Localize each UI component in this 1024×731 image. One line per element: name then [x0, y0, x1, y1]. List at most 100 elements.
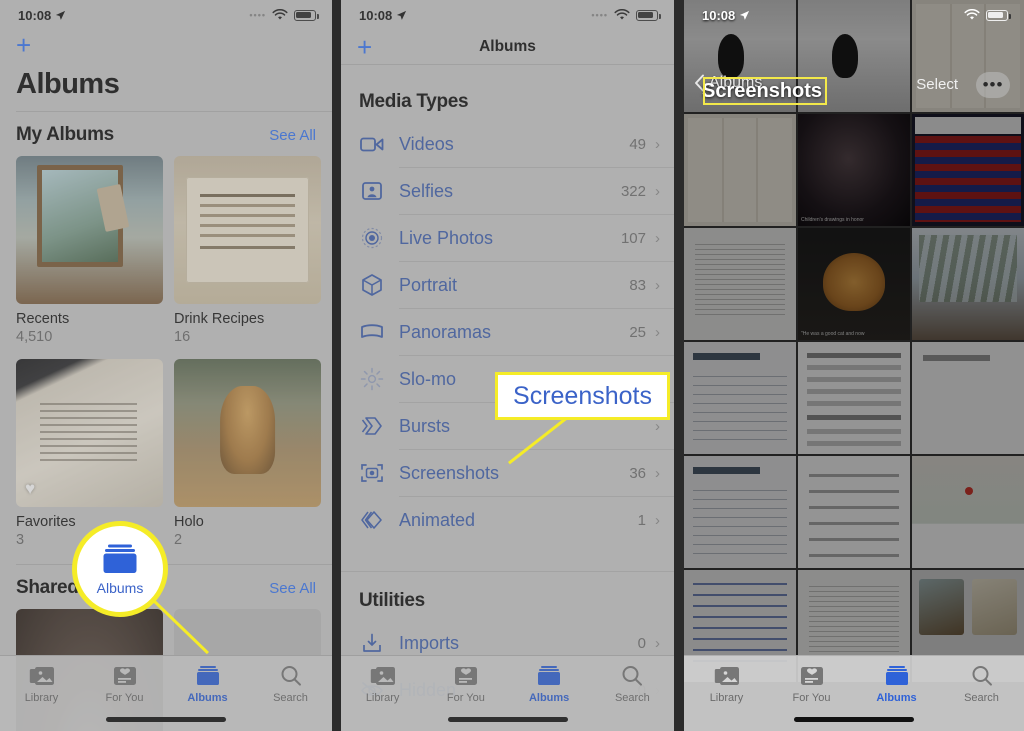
album-card-favorites[interactable]: ♥ Favorites 3 [16, 359, 163, 548]
screenshot-icon [359, 460, 385, 486]
tab-library[interactable]: Library [684, 665, 769, 704]
thumbnail-caption: "He was a good cat and now [801, 330, 865, 337]
media-types-list: Videos 49 › Selfies 322 › Live Photos 10… [341, 121, 674, 543]
thumbnail-dark-creature-art[interactable]: Children's drawings in honor [798, 114, 910, 226]
tab-label: For You [105, 692, 144, 704]
album-thumbnail: ♥ [16, 359, 163, 507]
select-button[interactable]: Select [916, 76, 958, 93]
signal-dots-icon: •••• [591, 10, 608, 20]
status-bar-left: 10:08 [359, 8, 407, 23]
chevron-right-icon: › [655, 229, 660, 247]
list-item-count: 25 [629, 323, 646, 341]
thumbnail-criminal-activities-table[interactable] [912, 114, 1024, 226]
tab-albums[interactable]: Albums [854, 665, 939, 704]
album-name: Drink Recipes [174, 311, 265, 327]
list-item-label: Panoramas [399, 321, 492, 342]
album-card-recents[interactable]: Recents 4,510 [16, 156, 163, 345]
my-albums-row-1: Recents 4,510 Drink Recipes 16 W 6 [0, 156, 332, 345]
add-album-button[interactable]: + [0, 30, 332, 64]
thumbnail-snow-window-dog[interactable] [912, 228, 1024, 340]
thumbnail-thank-you-sam[interactable] [912, 342, 1024, 454]
status-bar: 10:08 •••• [341, 0, 674, 30]
status-bar: 10:08 •••• [0, 0, 332, 30]
thumbnail-comic-panels[interactable] [684, 114, 796, 226]
list-item-selfies[interactable]: Selfies 322 › [341, 168, 674, 214]
tab-label: Library [709, 692, 744, 704]
chevron-right-icon: › [655, 276, 660, 294]
status-bar-left: 10:08 [702, 8, 750, 23]
wifi-icon [272, 9, 288, 20]
search-magnifier-icon [622, 666, 643, 686]
tab-bar[interactable]: Library For You Albums Search [684, 655, 1024, 731]
status-bar-right [964, 9, 1011, 21]
list-item-animated[interactable]: Animated 1 › [341, 497, 674, 543]
tab-label: For You [446, 692, 485, 704]
list-item-count: 36 [629, 464, 646, 482]
my-albums-see-all[interactable]: See All [269, 127, 316, 144]
list-item-portrait[interactable]: Portrait 83 › [341, 262, 674, 308]
callout-label: Screenshots [513, 381, 652, 410]
list-item-live-photos[interactable]: Live Photos 107 › [341, 215, 674, 261]
tab-search[interactable]: Search [939, 665, 1024, 704]
chevron-right-icon: › [655, 417, 660, 435]
status-bar-right: •••• [591, 9, 661, 21]
list-item-count: 107 [620, 229, 646, 247]
thumbnail-news-article-text[interactable] [684, 228, 796, 340]
list-item-label: Portrait [399, 274, 458, 295]
page-title: Albums [16, 68, 120, 100]
status-bar-right: •••• [249, 9, 319, 21]
list-item-label: Screenshots [399, 462, 500, 483]
tab-for-you[interactable]: For You [424, 665, 507, 704]
list-item-label: Imports [399, 632, 460, 653]
thumbnail-paypal-payment-processed[interactable] [684, 342, 796, 454]
home-indicator [106, 717, 226, 722]
status-bar-left: 10:08 [18, 8, 66, 23]
thumbnail-receipt-subtotal[interactable] [798, 456, 910, 568]
list-item-videos[interactable]: Videos 49 › [341, 121, 674, 167]
tab-label: For You [792, 692, 831, 704]
chevron-right-icon: › [655, 634, 660, 652]
tab-library[interactable]: Library [0, 665, 83, 704]
status-bar-time: 10:08 [359, 7, 393, 23]
tab-library[interactable]: Library [341, 665, 424, 704]
albums-folder-icon [103, 544, 137, 573]
tab-label: Albums [876, 692, 917, 704]
my-albums-row-2: ♥ Favorites 3 Holo 2 [0, 359, 332, 548]
callout-albums-tab: Albums [72, 521, 168, 617]
list-item-panoramas[interactable]: Panoramas 25 › [341, 309, 674, 355]
list-item-count: 0 [637, 634, 646, 652]
thumbnail-order-details[interactable] [798, 342, 910, 454]
list-item-count: 49 [629, 135, 646, 153]
chevron-right-icon: › [655, 511, 660, 529]
chevron-right-icon: › [655, 182, 660, 200]
thumbnail-paypal-paid-with[interactable] [684, 456, 796, 568]
tab-for-you[interactable]: For You [83, 665, 166, 704]
animated-icon [359, 507, 385, 533]
shared-see-all[interactable]: See All [269, 580, 316, 597]
tab-albums[interactable]: Albums [166, 665, 249, 704]
album-card-drink-recipes[interactable]: Drink Recipes 16 [174, 156, 321, 345]
chevron-right-icon: › [655, 464, 660, 482]
location-arrow-icon [740, 10, 750, 20]
tab-label: Library [365, 692, 400, 704]
tab-albums[interactable]: Albums [508, 665, 591, 704]
tab-search[interactable]: Search [591, 665, 674, 704]
album-name: Holo [174, 514, 204, 530]
navigation-bar: + Albums [341, 30, 674, 64]
list-item-screenshots[interactable]: Screenshots 36 › [341, 450, 674, 496]
album-count: 4,510 [16, 329, 53, 345]
tab-bar[interactable]: Library For You Albums Search [341, 655, 674, 731]
album-card-holo[interactable]: Holo 2 [174, 359, 321, 548]
tab-for-you[interactable]: For You [769, 665, 854, 704]
tab-label: Search [273, 692, 308, 704]
panel-divider-1 [332, 0, 341, 731]
shared-heading: Shared [16, 577, 79, 598]
more-options-button[interactable]: ••• [976, 72, 1010, 98]
bursts-icon [359, 413, 385, 439]
thumbnail-map-shipping-address[interactable] [912, 456, 1024, 568]
status-bar-time: 10:08 [18, 7, 52, 23]
tab-bar[interactable]: Library For You Albums Search [0, 655, 332, 731]
tab-search[interactable]: Search [249, 665, 332, 704]
thumbnail-cat-mural-art[interactable]: "He was a good cat and now [798, 228, 910, 340]
